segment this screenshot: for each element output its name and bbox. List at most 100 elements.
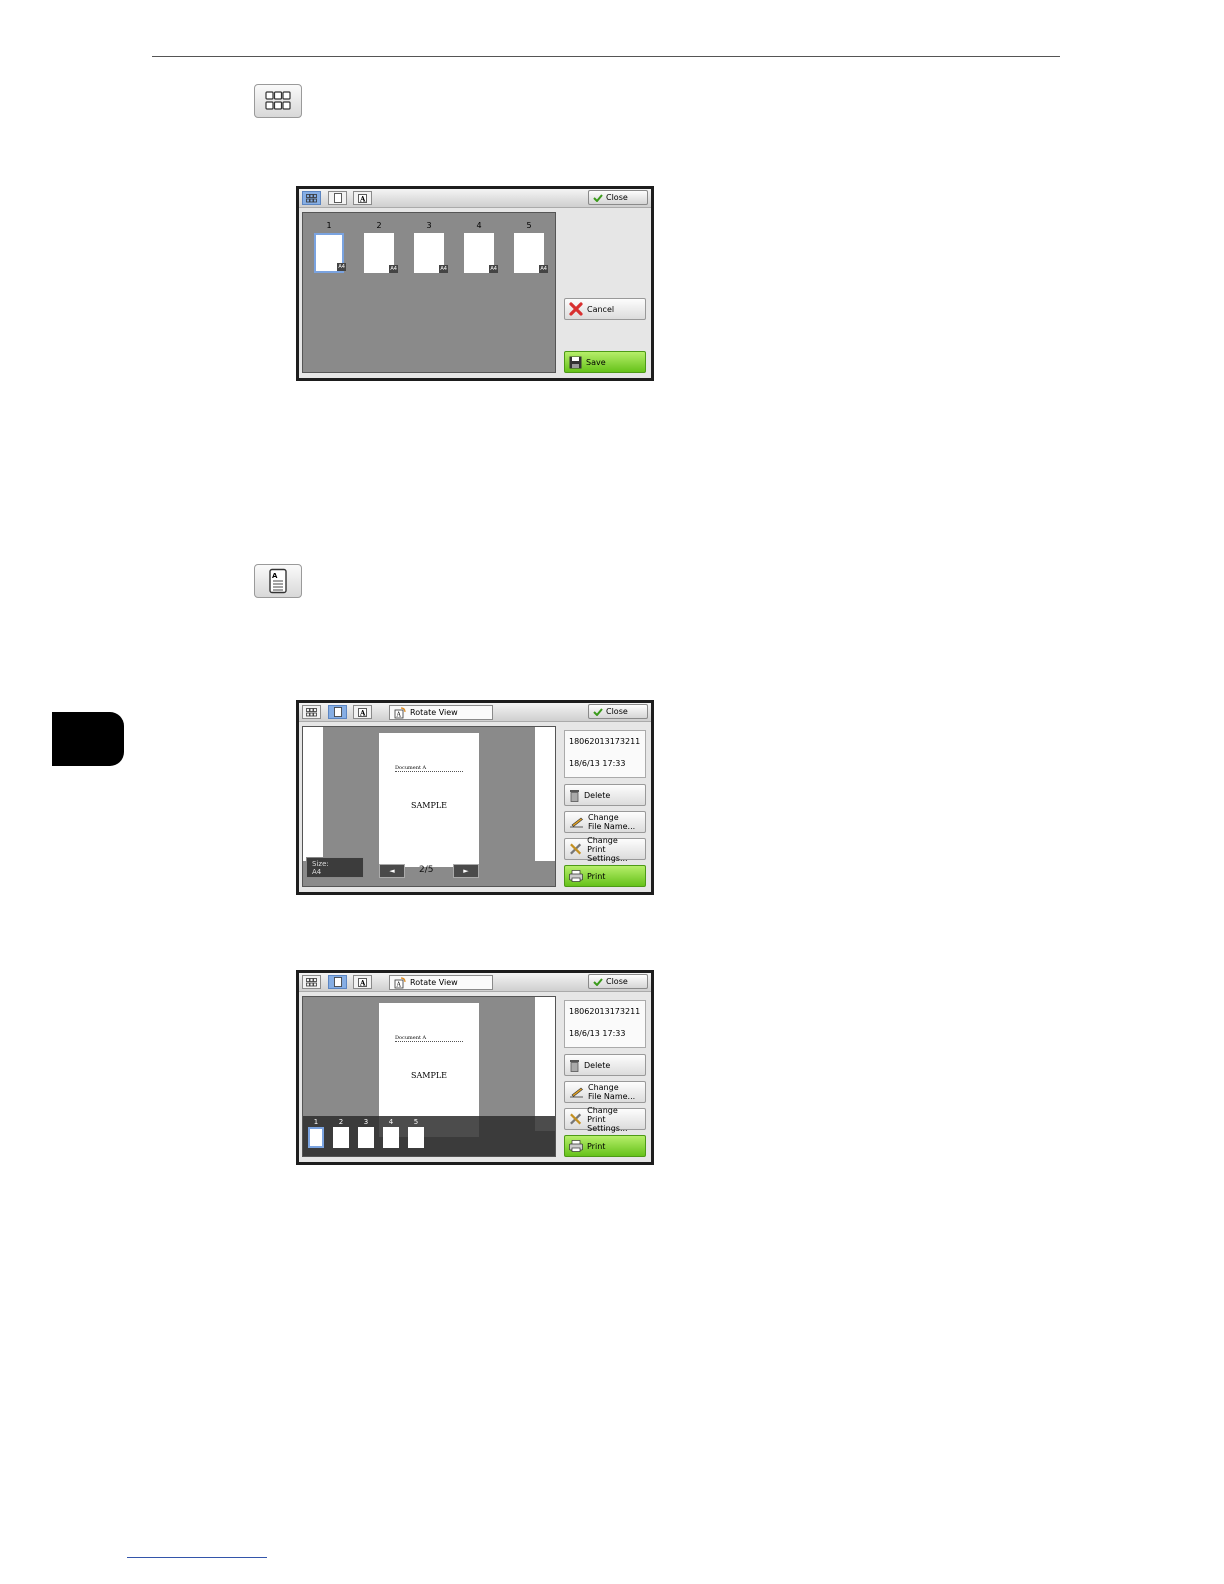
thumbnail-view-button[interactable] [302, 705, 321, 719]
floppy-disk-icon [569, 356, 582, 368]
change-print-settings-label: Change Print Settings... [587, 1106, 645, 1133]
next-page-edge [535, 997, 555, 1131]
close-button[interactable]: Close [588, 974, 648, 989]
thumbnail-view-button[interactable] [302, 975, 321, 989]
page-view-button[interactable] [328, 705, 347, 719]
thumbnail-5[interactable]: 5 A4 [509, 221, 549, 273]
change-file-name-label: Change File Name... [588, 813, 635, 831]
thumbnail-2[interactable]: 2 A4 [359, 221, 399, 273]
file-date: 18/6/13 17:33 [569, 1029, 626, 1038]
page-number: 3 [426, 221, 432, 230]
svg-text:A: A [396, 711, 402, 718]
cancel-button[interactable]: Cancel [564, 298, 646, 320]
save-label: Save [586, 357, 606, 367]
delete-button[interactable]: Delete [564, 784, 646, 806]
print-label: Print [587, 871, 606, 881]
panel-toolbar: A Close [299, 189, 651, 208]
strip-thumbnail-3[interactable]: 3 [356, 1118, 376, 1148]
strip-thumbnail-2[interactable]: 2 [331, 1118, 351, 1148]
check-icon [593, 193, 603, 202]
right-arrow-icon: ► [463, 867, 469, 875]
rotate-icon: A [394, 706, 406, 718]
thumbnail-1[interactable]: 1 A4 [309, 221, 349, 273]
size-tag: A4 [489, 265, 498, 273]
page-number: 1 [326, 221, 332, 230]
strip-thumbnail-1[interactable]: 1 [306, 1118, 326, 1148]
size-tag: A4 [337, 263, 346, 271]
page-number: 4 [476, 221, 482, 230]
text-view-button[interactable]: A [353, 705, 372, 719]
change-print-settings-button[interactable]: Change Print Settings... [564, 1106, 646, 1133]
file-info: 18062013173211 18/6/13 17:33 [564, 730, 646, 778]
svg-text:A: A [272, 572, 278, 580]
strip-thumbnail-4[interactable]: 4 [381, 1118, 401, 1148]
print-label: Print [587, 1141, 606, 1151]
page-number: 1 [313, 1118, 319, 1126]
print-button[interactable]: Print [564, 865, 646, 887]
delete-label: Delete [584, 1060, 611, 1070]
close-label: Close [606, 977, 628, 986]
change-file-name-button[interactable]: Change File Name... [564, 1081, 646, 1103]
svg-text:A: A [396, 981, 402, 988]
thumbnail-3[interactable]: 3 A4 [409, 221, 449, 273]
close-button[interactable]: Close [588, 704, 648, 719]
page-preview-area: Document A SAMPLE Size: A4 ◄ 2/5 ► [302, 726, 556, 887]
label-line-2: File Name... [588, 1092, 636, 1101]
label-line-2: Print Settings... [587, 1114, 628, 1133]
text-view-button[interactable]: A [353, 191, 372, 205]
close-button[interactable]: Close [588, 190, 648, 205]
save-button[interactable]: Save [564, 351, 646, 373]
rotate-view-button[interactable]: A Rotate View [389, 705, 493, 720]
label-line-1: Change [587, 835, 618, 845]
pencil-icon [570, 817, 583, 828]
file-date: 18/6/13 17:33 [569, 759, 626, 768]
size-info: Size: A4 [306, 857, 364, 878]
previous-page-button[interactable]: ◄ [379, 864, 405, 878]
print-button[interactable]: Print [564, 1135, 646, 1157]
size-tag: A4 [389, 265, 398, 273]
rotate-view-label: Rotate View [410, 708, 458, 717]
thumbnail-area: 1 A4 2 A4 3 A4 4 A4 5 A4 [302, 212, 556, 373]
next-page-button[interactable]: ► [453, 864, 479, 878]
tools-icon [570, 1113, 582, 1125]
pencil-icon [570, 1087, 583, 1098]
next-page-edge [535, 727, 555, 861]
left-arrow-icon: ◄ [389, 867, 395, 875]
strip-thumbnail-5[interactable]: 5 [406, 1118, 426, 1148]
delete-button[interactable]: Delete [564, 1054, 646, 1076]
label-line-2: File Name... [588, 822, 636, 831]
cancel-label: Cancel [587, 304, 615, 314]
sample-text: SAMPLE [411, 1071, 447, 1080]
change-file-name-button[interactable]: Change File Name... [564, 811, 646, 833]
page-view-panel: A A Rotate View Close Document A SAMPLE … [296, 700, 654, 895]
thumbnail-4[interactable]: 4 A4 [459, 221, 499, 273]
rotate-view-label: Rotate View [410, 978, 458, 987]
label-line-1: Change [588, 1083, 619, 1092]
rotate-icon: A [394, 976, 406, 988]
page-number: 4 [388, 1118, 394, 1126]
page-number: 2 [338, 1118, 344, 1126]
trash-icon [570, 789, 579, 802]
close-label: Close [606, 193, 628, 202]
page-view-button[interactable] [328, 975, 347, 989]
document-underline [395, 1041, 463, 1042]
page-number: 3 [363, 1118, 369, 1126]
panel-toolbar: A A Rotate View Close [299, 973, 651, 992]
printer-icon [569, 1140, 583, 1152]
change-print-settings-button[interactable]: Change Print Settings... [564, 835, 646, 863]
page-view-button[interactable] [328, 191, 347, 205]
thumbnail-view-button[interactable] [302, 191, 321, 205]
file-name: 18062013173211 [569, 737, 641, 746]
rotate-view-button[interactable]: A Rotate View [389, 975, 493, 990]
close-label: Close [606, 707, 628, 716]
thumbnail-strip: 1 2 3 4 5 [303, 1116, 555, 1156]
printer-icon [569, 870, 583, 882]
document-underline [395, 771, 463, 772]
thumbnail-view-icon [254, 84, 302, 118]
label-line-1: Change [588, 813, 619, 822]
page-preview: Document A SAMPLE [379, 733, 479, 867]
file-name: 18062013173211 [569, 1007, 641, 1016]
trash-icon [570, 1059, 579, 1072]
text-view-button[interactable]: A [353, 975, 372, 989]
delete-label: Delete [584, 790, 611, 800]
